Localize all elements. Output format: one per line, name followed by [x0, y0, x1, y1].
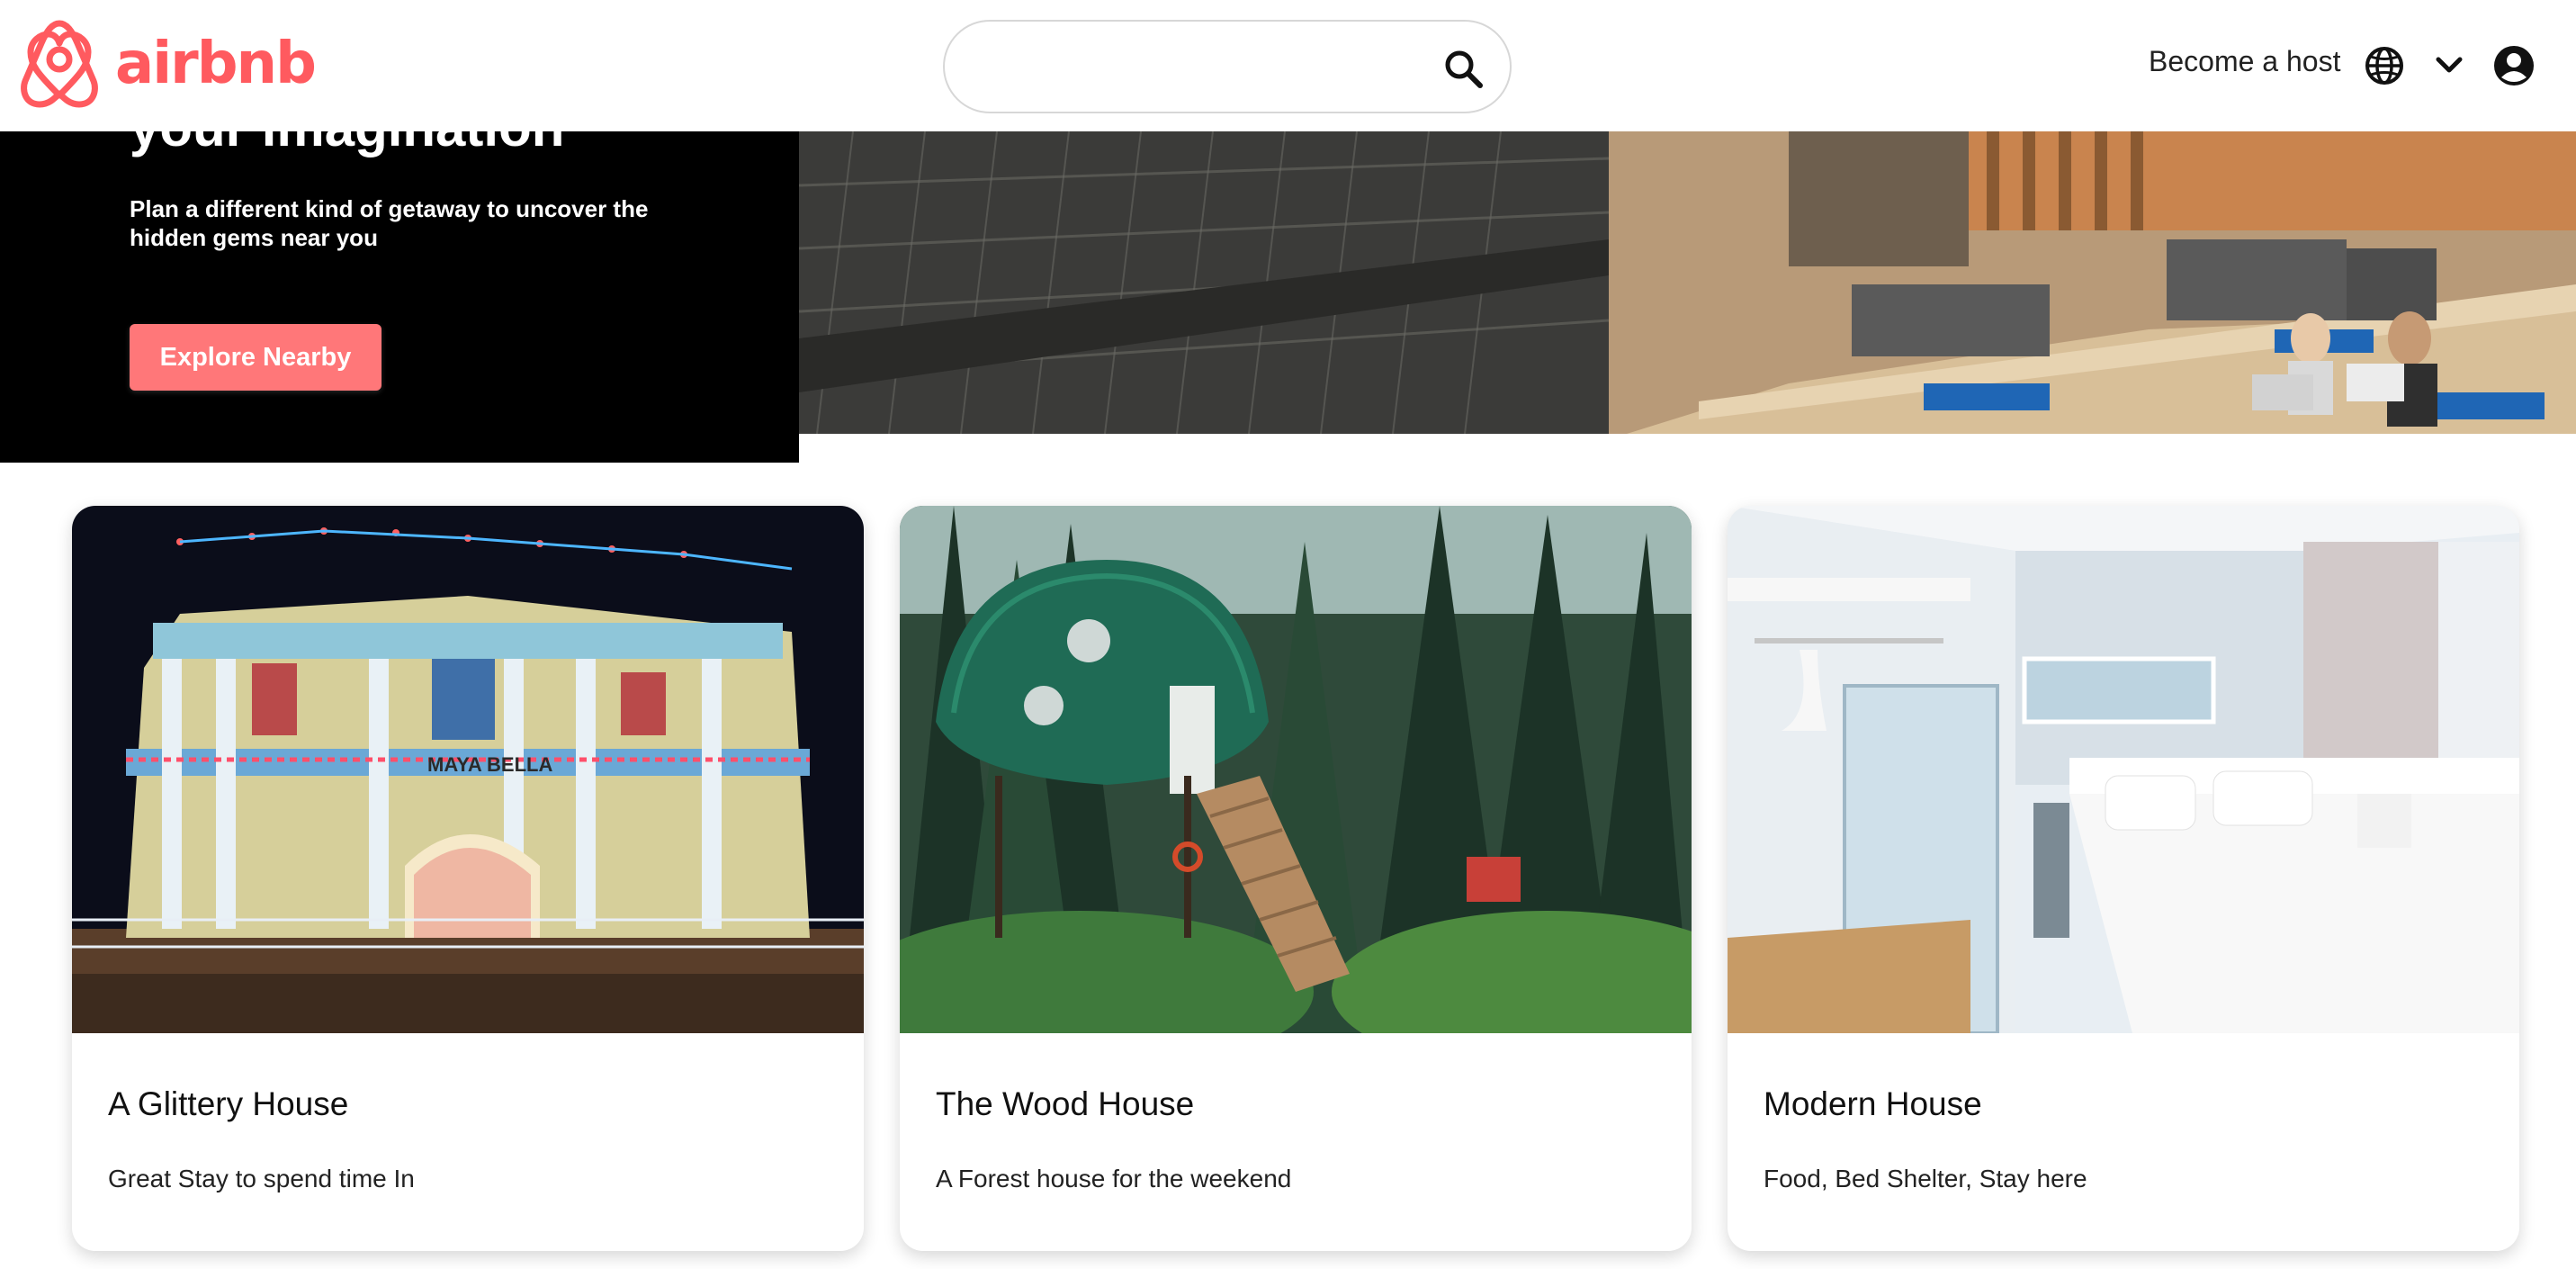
modern-house-photo — [1728, 506, 2519, 1033]
house-sign-text: MAYA BELLA — [427, 753, 552, 776]
hero-subtitle: Plan a different kind of getaway to unco… — [130, 195, 649, 251]
airbnb-logo-icon — [21, 20, 98, 108]
airbnb-wordmark: airbnb — [115, 31, 317, 97]
user-circle-icon[interactable] — [2493, 45, 2535, 86]
become-a-host-link[interactable]: Become a host — [2149, 47, 2340, 76]
search-bar — [943, 20, 1512, 113]
hero-title: your imagination — [130, 131, 564, 155]
airbnb-logo[interactable]: airbnb — [16, 18, 317, 110]
listing-card[interactable]: MAYA BELLA A Glittery House Great Stay t… — [72, 506, 864, 1251]
card-description: Great Stay to spend time In — [108, 1165, 415, 1192]
wood-house-photo — [900, 506, 1692, 1033]
search-input[interactable] — [981, 40, 1431, 95]
explore-nearby-button[interactable]: Explore Nearby — [130, 324, 381, 391]
listing-card[interactable]: The Wood House A Forest house for the we… — [900, 506, 1692, 1251]
search-icon[interactable] — [1441, 47, 1485, 90]
card-title: The Wood House — [936, 1085, 1195, 1122]
card-description: A Forest house for the weekend — [936, 1165, 1292, 1192]
hero-banner: your imagination Plan a different kind o… — [0, 131, 799, 463]
hero-office-photo — [799, 131, 2576, 434]
card-description: Food, Bed Shelter, Stay here — [1764, 1165, 2087, 1192]
card-title: A Glittery House — [108, 1085, 349, 1122]
top-nav: airbnb Become a host — [0, 0, 2576, 131]
glittery-house-photo: MAYA BELLA — [72, 506, 864, 1033]
chevron-down-icon[interactable] — [2431, 52, 2467, 79]
globe-icon[interactable] — [2364, 45, 2405, 86]
card-title: Modern House — [1764, 1085, 1982, 1122]
listing-card[interactable]: Modern House Food, Bed Shelter, Stay her… — [1728, 506, 2519, 1251]
